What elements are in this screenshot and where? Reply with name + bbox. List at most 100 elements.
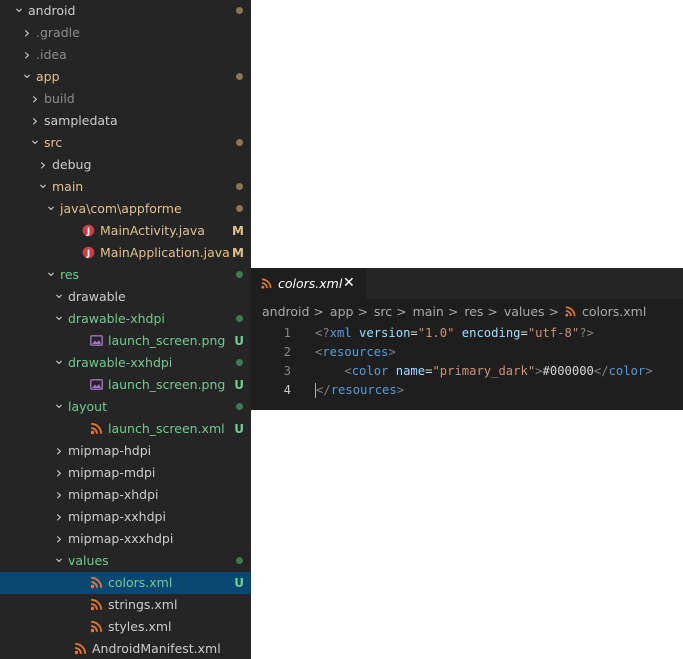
tree-item-debug[interactable]: › debug [0,154,251,176]
tree-item-label: mipmap-mdpi [68,465,156,480]
breadcrumb-item[interactable]: colors.xml [582,301,646,323]
breadcrumb-item[interactable]: main [413,301,444,323]
breadcrumb-item[interactable]: values [504,301,545,323]
chevron-down-icon[interactable]: ⌄ [45,264,57,286]
tree-item-mipmap-mdpi[interactable]: › mipmap-mdpi [0,462,251,484]
tab-colors-xml[interactable]: colors.xml ✕ [251,268,366,299]
chevron-down-icon[interactable]: ⌄ [53,396,65,418]
chevron-right-icon[interactable]: › [53,506,65,528]
tree-item-label: layout [68,399,108,414]
tree-item-label: mipmap-xxhdpi [68,509,166,524]
java-file-icon: J [82,224,95,237]
tree-item-strings-xml[interactable]: strings.xml [0,594,251,616]
tree-item-app[interactable]: ⌄ app [0,66,251,88]
breadcrumb-item[interactable]: res [464,301,483,323]
tree-item-label: res [60,267,80,282]
code-token: > [396,383,405,397]
tree-item-colors-xml[interactable]: colors.xml U [0,572,251,594]
tree-item-label: app [36,69,60,84]
breadcrumb-item[interactable]: app [330,301,354,323]
code-token: resources [322,345,389,359]
tree-item-label: build [44,91,75,106]
chevron-right-icon[interactable]: › [29,110,41,132]
chevron-right-icon[interactable]: › [21,44,33,66]
tree-item-label: styles.xml [108,619,172,634]
chevron-down-icon[interactable]: ⌄ [53,286,65,308]
tree-item-androidmanifest-xml[interactable]: AndroidManifest.xml [0,638,251,659]
code-line[interactable]: 1 <?xml version="1.0" encoding="utf-8"?> [251,324,683,343]
rss-xml-file-icon [90,422,103,435]
chevron-right-icon[interactable]: › [53,440,65,462]
chevron-right-icon[interactable]: › [53,528,65,550]
breadcrumb-item[interactable]: src [374,301,392,323]
tree-item-label: .idea [36,47,67,62]
line-number: 4 [283,383,291,397]
tree-item-mipmap-xhdpi[interactable]: › mipmap-xhdpi [0,484,251,506]
tree-item-src[interactable]: ⌄ src [0,132,251,154]
tree-item-java-com-appforme[interactable]: ⌄ java\com\appforme [0,198,251,220]
tree-item-sampledata[interactable]: › sampledata [0,110,251,132]
code-line[interactable]: 4 </resources> [251,381,683,400]
chevron-right-icon[interactable]: › [53,462,65,484]
chevron-right-icon[interactable]: › [37,154,49,176]
breadcrumb-separator-icon: > [487,304,498,319]
chevron-down-icon[interactable]: ⌄ [45,198,57,220]
chevron-down-icon[interactable]: ⌄ [53,308,65,330]
code-line[interactable]: 2 <resources> [251,343,683,362]
chevron-down-icon[interactable]: ⌄ [13,0,25,22]
image-file-icon [90,379,103,390]
tree-item-mainactivity-java[interactable]: J MainActivity.java M [0,220,251,242]
rss-xml-file-icon [90,620,103,633]
chevron-down-icon[interactable]: ⌄ [53,550,65,572]
tree-item-android[interactable]: ⌄ android [0,0,251,22]
code-token: "1.0" [417,326,455,340]
chevron-down-icon[interactable]: ⌄ [29,132,41,154]
code-token: > [388,345,396,359]
tree-item-label: values [68,553,109,568]
breadcrumb: android > app > src > main > res > values > colors.x… [251,301,683,323]
tree-item-label: debug [52,157,92,172]
tree-item-label: mipmap-hdpi [68,443,152,458]
tree-item-idea[interactable]: › .idea [0,44,251,66]
tree-item-gradle[interactable]: › .gradle [0,22,251,44]
tree-item-mipmap-xxhdpi[interactable]: › mipmap-xxhdpi [0,506,251,528]
code-token: < [344,364,352,378]
tree-item-values[interactable]: ⌄ values [0,550,251,572]
tree-item-launch-screen-xml[interactable]: launch_screen.xml U [0,418,251,440]
tree-item-drawable-xhdpi[interactable]: ⌄ drawable-xhdpi [0,308,251,330]
chevron-down-icon[interactable]: ⌄ [21,66,33,88]
tree-item-launch-screen-png[interactable]: launch_screen.png U [0,330,251,352]
close-icon[interactable]: ✕ [343,268,355,299]
tree-item-layout[interactable]: ⌄ layout [0,396,251,418]
change-indicator-dot [236,557,243,564]
breadcrumb-item[interactable]: android [262,301,309,323]
tree-item-label: launch_screen.png [108,333,226,348]
chevron-right-icon[interactable]: › [53,484,65,506]
tree-item-main[interactable]: ⌄ main [0,176,251,198]
change-indicator-dot [236,315,243,322]
tree-item-mipmap-xxxhdpi[interactable]: › mipmap-xxxhdpi [0,528,251,550]
code-line[interactable]: 3 <color name="primary_dark">#000000</co… [251,362,683,381]
tree-item-label: AndroidManifest.xml [92,641,221,656]
chevron-down-icon[interactable]: ⌄ [37,176,49,198]
tree-item-label: .gradle [36,25,80,40]
git-status-badge: U [234,334,244,348]
tree-item-res[interactable]: ⌄ res [0,264,251,286]
chevron-down-icon[interactable]: ⌄ [53,352,65,374]
code-token: <? [315,326,330,340]
tree-item-build[interactable]: › build [0,88,251,110]
chevron-right-icon[interactable]: › [29,88,41,110]
tree-item-label: main [52,179,84,194]
tree-item-styles-xml[interactable]: styles.xml [0,616,251,638]
tree-item-mainapplication-java[interactable]: J MainApplication.java M [0,242,251,264]
change-indicator-dot [236,139,243,146]
line-number: 3 [283,364,291,378]
tree-item-launch-screen-png[interactable]: launch_screen.png U [0,374,251,396]
chevron-right-icon[interactable]: › [21,22,33,44]
tree-item-label: src [44,135,63,150]
tree-item-drawable[interactable]: ⌄ drawable [0,286,251,308]
breadcrumb-separator-icon: > [357,304,368,319]
tree-item-mipmap-hdpi[interactable]: › mipmap-hdpi [0,440,251,462]
svg-text:J: J [86,249,90,259]
tree-item-drawable-xxhdpi[interactable]: ⌄ drawable-xxhdpi [0,352,251,374]
